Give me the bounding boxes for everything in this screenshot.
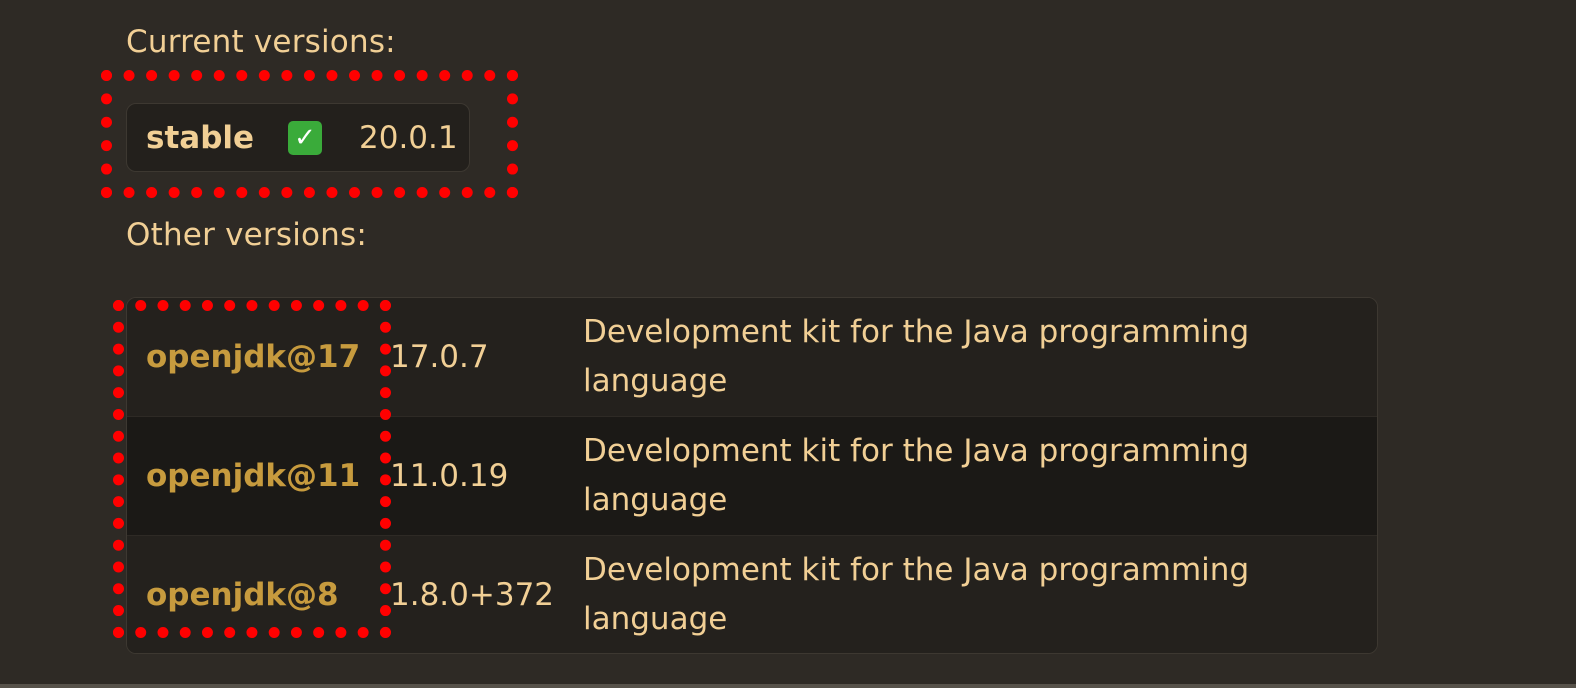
bottom-divider: [0, 684, 1576, 688]
package-description: Development kit for the Java programming…: [583, 433, 1250, 518]
stable-channel-label: stable: [146, 119, 255, 156]
stable-version-value: 20.0.1: [359, 119, 458, 156]
package-link-openjdk-8[interactable]: openjdk@8: [146, 536, 339, 653]
check-mark-icon: ✓: [288, 121, 322, 155]
current-versions-label: Current versions:: [126, 24, 396, 60]
package-description: Development kit for the Java programming…: [583, 314, 1250, 399]
package-version: 1.8.0+372: [390, 577, 555, 613]
package-link-openjdk-17[interactable]: openjdk@17: [146, 298, 360, 416]
package-link-openjdk-11[interactable]: openjdk@11: [146, 417, 360, 535]
package-version: 11.0.19: [390, 458, 509, 494]
other-versions-table: openjdk@17 17.0.7 Development kit for th…: [126, 297, 1378, 654]
package-version: 17.0.7: [390, 339, 489, 375]
other-versions-label: Other versions:: [126, 217, 368, 253]
current-version-badge: stable ✓ 20.0.1: [126, 103, 470, 172]
table-row: openjdk@11 11.0.19 Development kit for t…: [127, 416, 1377, 535]
table-row: openjdk@8 1.8.0+372 Development kit for …: [127, 535, 1377, 653]
package-description: Development kit for the Java programming…: [583, 552, 1250, 637]
versions-page: Current versions: stable ✓ 20.0.1 Other …: [0, 0, 1576, 688]
table-row: openjdk@17 17.0.7 Development kit for th…: [127, 298, 1377, 416]
